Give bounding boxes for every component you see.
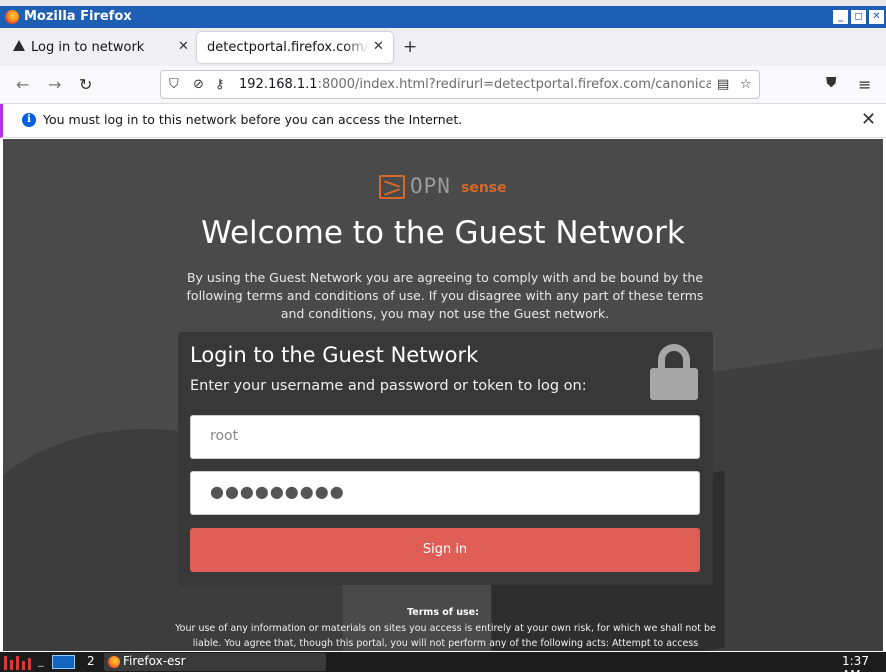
password-input[interactable]: ●●●●●●●●● xyxy=(190,471,700,515)
notification-text: You must log in to this network before y… xyxy=(43,112,463,127)
info-icon: i xyxy=(22,113,36,127)
intro-paragraph: By using the Guest Network you are agree… xyxy=(186,270,704,321)
close-notification-icon[interactable]: ✕ xyxy=(861,109,876,130)
password-value: ●●●●●●●●● xyxy=(210,482,345,501)
captive-portal-notification: i You must log in to this network before… xyxy=(0,104,886,138)
opnsense-mark-icon xyxy=(379,175,405,199)
terms-of-use-title: Terms of use: xyxy=(407,607,479,618)
window-titlebar: Mozilla Firefox _ ◻ ✕ xyxy=(0,0,886,28)
warning-icon xyxy=(13,40,25,51)
taskbar-item-label: Firefox-esr xyxy=(123,654,186,668)
maximize-button[interactable]: ◻ xyxy=(851,10,866,24)
start-menu-icon[interactable] xyxy=(2,654,32,670)
bookmark-star-icon[interactable]: ☆ xyxy=(740,77,752,92)
tab-detectportal[interactable]: detectportal.firefox.com/canonical.html … xyxy=(197,32,393,63)
taskbar: _ 2 Firefox-esr 1:37 AM xyxy=(0,652,886,672)
forward-arrow-icon[interactable]: → xyxy=(48,75,61,94)
workspace-switcher[interactable] xyxy=(52,655,75,669)
minimize-button[interactable]: _ xyxy=(833,10,848,24)
workspace-number[interactable]: 2 xyxy=(87,654,95,668)
login-instructions: Enter your username and password or toke… xyxy=(190,378,587,394)
key-icon[interactable]: ⚷ xyxy=(215,77,225,92)
login-box: Login to the Guest Network Enter your us… xyxy=(178,332,713,585)
opnsense-logo: OPN sense xyxy=(379,174,519,201)
username-value: root xyxy=(210,428,239,444)
tab-label: detectportal.firefox.com/canonical.html xyxy=(207,40,369,55)
reader-view-icon[interactable]: ▤ xyxy=(717,77,729,92)
portal-page: OPN sense Welcome to the Guest Network B… xyxy=(3,139,883,651)
shield-icon[interactable]: ⛉ xyxy=(169,77,179,92)
new-tab-button[interactable]: + xyxy=(403,37,417,57)
navigation-bar: ← → ↻ ⛉ ⊘ ⚷ 192.168.1.1:8000/index.html?… xyxy=(0,66,886,104)
connection-insecure-icon[interactable]: ⊘ xyxy=(193,77,204,92)
close-tab-icon[interactable]: ✕ xyxy=(373,39,384,54)
close-tab-icon[interactable]: ✕ xyxy=(178,39,189,54)
lock-icon xyxy=(650,344,698,400)
url-bar[interactable]: ⛉ ⊘ ⚷ 192.168.1.1:8000/index.html?rediru… xyxy=(160,70,760,99)
close-window-button[interactable]: ✕ xyxy=(869,10,884,24)
tab-log-in-to-network[interactable]: Log in to network ✕ xyxy=(3,32,196,63)
screen: Mozilla Firefox _ ◻ ✕ Log in to network … xyxy=(0,0,886,672)
url-text[interactable]: 192.168.1.1:8000/index.html?redirurl=det… xyxy=(239,77,711,92)
firefox-logo-icon xyxy=(5,10,19,24)
tab-label: Log in to network xyxy=(31,40,145,55)
logo-text-opn: OPN xyxy=(410,174,451,198)
reload-icon[interactable]: ↻ xyxy=(79,75,92,94)
firefox-icon xyxy=(108,656,120,668)
welcome-heading: Welcome to the Guest Network xyxy=(201,215,685,251)
logo-text-sense: sense xyxy=(461,180,507,196)
menu-hamburger-icon[interactable]: ≡ xyxy=(858,75,871,94)
window-title: Mozilla Firefox xyxy=(24,9,132,24)
tab-strip: Log in to network ✕ detectportal.firefox… xyxy=(0,28,886,66)
taskbar-item-firefox[interactable]: Firefox-esr xyxy=(104,653,326,671)
username-input[interactable]: root xyxy=(190,415,700,459)
show-desktop-icon[interactable]: _ xyxy=(38,654,44,667)
back-arrow-icon[interactable]: ← xyxy=(16,75,29,94)
clock: 1:37 AM xyxy=(842,654,869,672)
login-heading: Login to the Guest Network xyxy=(190,343,479,367)
sign-in-button[interactable]: Sign in xyxy=(190,528,700,572)
pocket-icon[interactable]: ⛊ xyxy=(826,75,837,91)
terms-of-use-text: Your use of any information or materials… xyxy=(175,623,716,649)
